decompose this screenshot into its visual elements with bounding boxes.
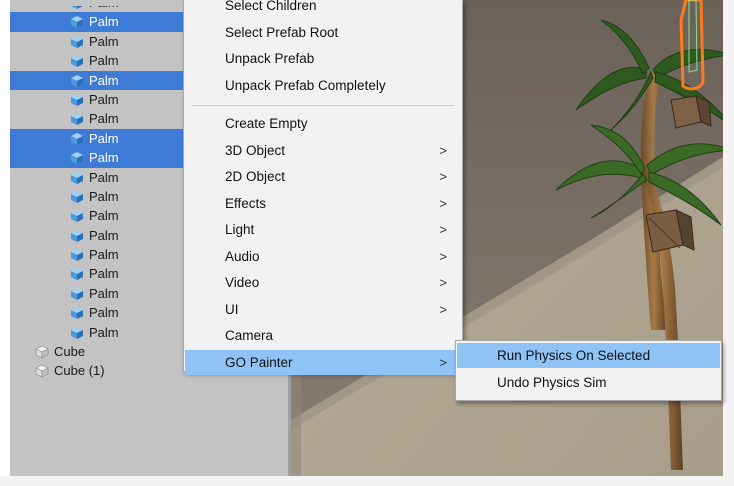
submenu-arrow-icon: > [439,222,447,237]
menu-item-camera[interactable]: Camera [185,323,461,348]
menu-item-label: Effects [225,195,267,211]
hierarchy-row-label: Palm [89,130,119,146]
submenu-arrow-icon: > [439,195,447,211]
menu-item-2d-object[interactable]: 2D Object > [185,164,461,189]
menu-item-label: Select Prefab Root [225,24,339,40]
prefab-cube-icon [71,35,83,48]
hierarchy-row-label: Palm [89,169,119,185]
submenu-arrow-icon: > [439,169,447,184]
menu-item-label: Video [225,275,260,290]
menu-item-label: Light [225,222,255,237]
menu-item-create-empty[interactable]: Create Empty [185,111,461,136]
prefab-cube-icon [71,132,83,145]
prefab-cube-icon [71,152,83,165]
hierarchy-row-label: Cube (1) [54,363,105,379]
prefab-cube-icon [71,249,83,262]
hierarchy-row-label: Palm [89,150,119,166]
prefab-cube-icon [71,16,83,29]
menu-item-label: 2D Object [225,169,286,184]
prefab-cube-icon [71,55,83,68]
menu-item-label: Camera [225,328,274,343]
menu-item-go-painter[interactable]: GO Painter > [185,349,461,375]
prefab-cube-icon [71,287,83,300]
menu-item-label: Select Children [225,0,317,13]
hierarchy-row-label: Palm [89,72,119,88]
menu-item-effects[interactable]: Effects > [185,191,461,216]
menu-item-label: UI [225,301,239,317]
context-menu: Select Children Select Prefab Root Unpack … [183,0,463,375]
hierarchy-row-label: Palm [89,324,119,340]
hierarchy-row-label: Palm [89,188,119,204]
hierarchy-row-label: Palm [89,14,119,30]
prefab-cube-icon [71,93,83,106]
prefab-cube-icon [71,171,83,184]
hierarchy-row-label: Palm [89,247,119,263]
submenu-arrow-icon: > [439,142,447,158]
menu-item-unpack-prefab-completely[interactable]: Unpack Prefab Completely [185,73,461,98]
submenu-arrow-icon: > [439,354,447,370]
menu-item-label: GO Painter [225,354,293,370]
hierarchy-row-label: Palm [89,305,119,321]
hierarchy-row-label: Cube [54,344,86,360]
go-painter-submenu: Run Physics On Selected Undo Physics Sim [455,340,722,401]
hierarchy-row-label: Palm [89,111,119,127]
menu-item-label: Unpack Prefab Completely [225,77,386,93]
hierarchy-row-label: Palm [89,91,119,107]
menu-item-select-children[interactable]: Select Children [185,0,461,18]
submenu-arrow-icon: > [439,301,447,317]
menu-item-audio[interactable]: Audio > [185,244,461,269]
prefab-cube-icon [71,268,83,281]
gameobject-cube-icon [35,365,49,378]
gameobject-cube-icon [35,345,49,359]
menu-item-label: Unpack Prefab [225,51,315,66]
submenu-item-label: Run Physics On Selected [497,348,651,363]
menu-item-3d-object[interactable]: 3D Object > [185,138,461,163]
hierarchy-row-label: Palm [89,33,119,49]
menu-item-ui[interactable]: UI > [185,297,461,322]
bottom-edge [0,476,734,486]
submenu-item-run-physics-on-selected[interactable]: Run Physics On Selected [457,343,720,368]
submenu-arrow-icon: > [439,248,447,264]
menu-item-label: Create Empty [225,116,308,131]
menu-separator [192,105,454,106]
prefab-cube-icon [71,307,83,320]
prefab-cube-icon [71,229,83,242]
menu-item-unpack-prefab[interactable]: Unpack Prefab [185,46,461,71]
prefab-cube-icon [71,113,83,126]
prefab-cube-icon [71,190,83,203]
prefab-cube-icon [71,210,83,223]
scene-right-edge [723,0,734,486]
prefab-cube-icon [71,74,83,87]
hierarchy-row-label: Palm [89,53,119,69]
submenu-item-undo-physics-sim[interactable]: Undo Physics Sim [457,370,720,395]
menu-item-video[interactable]: Video > [185,270,461,295]
hierarchy-row-label: Palm [89,266,119,282]
hierarchy-row-label: Palm [89,227,119,243]
submenu-item-label: Undo Physics Sim [497,375,607,390]
submenu-arrow-icon: > [439,275,447,290]
menu-item-select-prefab-root[interactable]: Select Prefab Root [185,20,461,45]
menu-item-label: 3D Object [225,142,286,158]
prefab-cube-icon [71,326,83,339]
menu-item-light[interactable]: Light > [185,217,461,242]
hierarchy-row-label: Palm [89,285,119,301]
hierarchy-row-label: Palm [89,208,119,224]
menu-item-label: Audio [225,248,260,264]
